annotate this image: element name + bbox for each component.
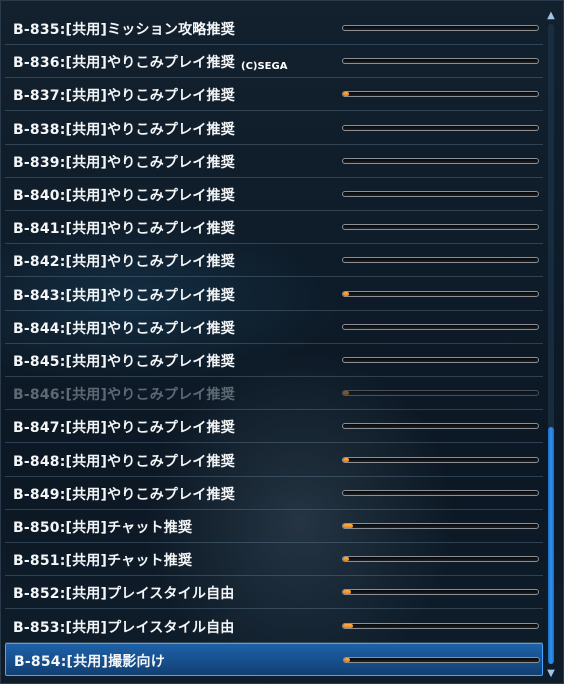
list-item-label: B-845:[共用]やりこみプレイ推奨: [13, 354, 235, 370]
progress-fill: [343, 391, 349, 395]
list-item-label: B-835:[共用]ミッション攻略推奨: [13, 22, 235, 38]
list-item-label: B-840:[共用]やりこみプレイ推奨: [13, 188, 235, 204]
list-item[interactable]: B-850:[共用]チャット推奨: [5, 510, 543, 543]
list-item[interactable]: B-838:[共用]やりこみプレイ推奨: [5, 112, 543, 145]
progress-bar: [342, 58, 539, 64]
list-item[interactable]: B-846:[共用]やりこみプレイ推奨: [5, 377, 543, 410]
list-item[interactable]: B-840:[共用]やりこみプレイ推奨: [5, 178, 543, 211]
progress-bar: [342, 291, 539, 297]
progress-fill: [343, 624, 353, 628]
progress-bar: [342, 357, 539, 363]
list-item[interactable]: B-851:[共用]チャット推奨: [5, 543, 543, 576]
progress-bar: [342, 125, 539, 131]
list-item-label: B-849:[共用]やりこみプレイ推奨: [13, 487, 235, 503]
list-item-label: B-841:[共用]やりこみプレイ推奨: [13, 221, 235, 237]
progress-bar: [342, 191, 539, 197]
list-item-label: B-846:[共用]やりこみプレイ推奨: [13, 387, 235, 403]
list-item[interactable]: B-839:[共用]やりこみプレイ推奨: [5, 145, 543, 178]
list-item-label: B-838:[共用]やりこみプレイ推奨: [13, 122, 235, 138]
progress-fill: [343, 524, 353, 528]
chevron-down-icon[interactable]: ▼: [545, 668, 557, 680]
list-item[interactable]: B-854:[共用]撮影向け: [5, 643, 543, 676]
scroll-thumb[interactable]: [548, 427, 554, 664]
list-item-label: B-854:[共用]撮影向け: [14, 654, 165, 670]
progress-bar: [342, 158, 539, 164]
list-item[interactable]: B-843:[共用]やりこみプレイ推奨: [5, 278, 543, 311]
progress-fill: [343, 458, 349, 462]
progress-bar: [342, 457, 539, 463]
list-item-label: B-851:[共用]チャット推奨: [13, 553, 193, 569]
progress-bar: [342, 257, 539, 263]
chevron-up-icon[interactable]: ▲: [545, 10, 557, 22]
copyright-text: (C)SEGA: [241, 61, 288, 72]
list-item[interactable]: B-844:[共用]やりこみプレイ推奨: [5, 311, 543, 344]
progress-bar: [342, 523, 539, 529]
progress-fill: [343, 557, 349, 561]
progress-bar: [342, 623, 539, 629]
list-item[interactable]: B-853:[共用]プレイスタイル自由: [5, 610, 543, 643]
list-item-label: B-847:[共用]やりこみプレイ推奨: [13, 420, 235, 436]
progress-bar: [342, 556, 539, 562]
list-item[interactable]: B-852:[共用]プレイスタイル自由: [5, 576, 543, 609]
progress-bar: [342, 224, 539, 230]
list-item[interactable]: B-835:[共用]ミッション攻略推奨: [5, 12, 543, 45]
list-item[interactable]: B-849:[共用]やりこみプレイ推奨: [5, 477, 543, 510]
scrollbar[interactable]: ▲ ▼: [545, 10, 557, 680]
list-item-label: B-837:[共用]やりこみプレイ推奨: [13, 88, 235, 104]
progress-fill: [343, 92, 349, 96]
scroll-track[interactable]: [548, 24, 554, 664]
list-item[interactable]: B-842:[共用]やりこみプレイ推奨: [5, 244, 543, 277]
progress-bar: [342, 589, 539, 595]
list-item[interactable]: B-847:[共用]やりこみプレイ推奨: [5, 410, 543, 443]
progress-bar: [342, 390, 539, 396]
list-panel: B-835:[共用]ミッション攻略推奨 B-836:[共用]やりこみプレイ推奨 B-…: [5, 12, 543, 680]
list-item-label: B-843:[共用]やりこみプレイ推奨: [13, 288, 235, 304]
progress-fill: [343, 590, 351, 594]
list-item-label: B-842:[共用]やりこみプレイ推奨: [13, 254, 235, 270]
list-item-label: B-844:[共用]やりこみプレイ推奨: [13, 321, 235, 337]
progress-bar: [342, 490, 539, 496]
progress-bar: [342, 423, 539, 429]
list-item-label: B-836:[共用]やりこみプレイ推奨: [13, 55, 235, 71]
progress-fill: [344, 658, 350, 662]
progress-bar: [342, 25, 539, 31]
progress-bar: [342, 91, 539, 97]
progress-bar: [342, 324, 539, 330]
list-item[interactable]: B-841:[共用]やりこみプレイ推奨: [5, 211, 543, 244]
progress-bar: [343, 657, 540, 663]
list-item-label: B-848:[共用]やりこみプレイ推奨: [13, 454, 235, 470]
list-item[interactable]: B-845:[共用]やりこみプレイ推奨: [5, 344, 543, 377]
list-item-label: B-839:[共用]やりこみプレイ推奨: [13, 155, 235, 171]
list-item[interactable]: B-837:[共用]やりこみプレイ推奨: [5, 78, 543, 111]
list-item[interactable]: B-848:[共用]やりこみプレイ推奨: [5, 444, 543, 477]
bulletin-list-window: B-835:[共用]ミッション攻略推奨 B-836:[共用]やりこみプレイ推奨 B-…: [0, 0, 564, 684]
list-item-label: B-852:[共用]プレイスタイル自由: [13, 586, 235, 602]
list-item-label: B-853:[共用]プレイスタイル自由: [13, 620, 235, 636]
list-item-label: B-850:[共用]チャット推奨: [13, 520, 193, 536]
progress-fill: [343, 292, 349, 296]
